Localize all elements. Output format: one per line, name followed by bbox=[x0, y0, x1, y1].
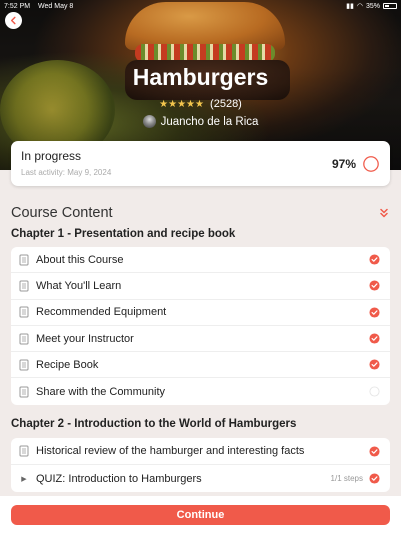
chapter-title[interactable]: Chapter 2 - Introduction to the World of… bbox=[11, 418, 296, 430]
battery-level: 35% bbox=[365, 2, 380, 10]
check-circle-icon bbox=[369, 359, 380, 370]
document-icon bbox=[19, 254, 29, 266]
check-circle-icon bbox=[369, 254, 380, 265]
progress-card: In progress Last activity: May 9, 2024 9… bbox=[11, 141, 390, 186]
check-circle-icon bbox=[369, 473, 380, 484]
course-content-title: Course Content bbox=[11, 205, 113, 221]
check-circle-icon bbox=[369, 445, 380, 457]
check-circle-icon bbox=[369, 333, 380, 344]
status-time: 7:52 PM bbox=[4, 2, 31, 10]
wifi-icon: ◠ bbox=[356, 3, 363, 10]
progress-ring-icon bbox=[363, 156, 379, 172]
lesson-row[interactable]: Historical review of the hamburger and i… bbox=[11, 438, 390, 465]
course-title: Hamburgers bbox=[132, 64, 269, 90]
rating-row: ★★★★★ (2528) bbox=[0, 98, 401, 110]
last-activity: Last activity: May 9, 2024 bbox=[21, 168, 112, 177]
lesson-label: Meet your Instructor bbox=[36, 332, 134, 345]
double-chevron-down-icon[interactable] bbox=[378, 207, 390, 219]
lesson-label: What You'll Learn bbox=[36, 279, 122, 292]
continue-button[interactable]: Continue bbox=[11, 505, 390, 525]
document-icon bbox=[19, 333, 29, 345]
check-circle-icon bbox=[369, 307, 380, 318]
status-bar: 7:52 PM Wed May 8 ▮▮ ◠ 35% bbox=[0, 0, 401, 12]
course-content-header: Course Content bbox=[11, 205, 390, 221]
chapter-title[interactable]: Chapter 1 - Presentation and recipe book bbox=[11, 228, 235, 240]
document-icon bbox=[19, 280, 29, 292]
lesson-label: About this Course bbox=[36, 253, 124, 266]
quiz-steps: 1/1 steps bbox=[330, 474, 363, 483]
rating-count: (2528) bbox=[210, 98, 242, 110]
author-row[interactable]: Juancho de la Rica bbox=[0, 115, 401, 128]
lesson-row[interactable]: About this Course bbox=[11, 247, 390, 274]
lesson-row[interactable]: What You'll Learn bbox=[11, 273, 390, 300]
signal-icon: ▮▮ bbox=[346, 3, 354, 10]
chapter-lessons-card: About this Course What You'll Learn Reco… bbox=[11, 247, 390, 405]
document-icon bbox=[19, 306, 29, 318]
status-date: Wed May 8 bbox=[38, 2, 74, 10]
chapter-lessons-card: Historical review of the hamburger and i… bbox=[11, 438, 390, 492]
progress-percent: 97% bbox=[331, 157, 356, 171]
lesson-label: Historical review of the hamburger and i… bbox=[36, 445, 305, 457]
chevron-left-icon bbox=[10, 16, 16, 25]
author-name: Juancho de la Rica bbox=[160, 115, 259, 128]
back-button[interactable] bbox=[5, 12, 22, 29]
document-icon bbox=[19, 359, 29, 371]
lesson-label: Recommended Equipment bbox=[36, 306, 167, 319]
document-icon bbox=[19, 445, 29, 457]
lesson-row[interactable]: Share with the Community bbox=[11, 378, 390, 404]
check-circle-icon bbox=[369, 280, 380, 291]
quiz-label: QUIZ: Introduction to Hamburgers bbox=[36, 472, 202, 485]
battery-icon bbox=[383, 3, 397, 9]
empty-circle-icon bbox=[369, 386, 380, 397]
expand-triangle-icon[interactable]: ▶ bbox=[19, 475, 29, 483]
lesson-label: Share with the Community bbox=[36, 385, 165, 398]
star-rating-icon: ★★★★★ bbox=[159, 99, 204, 110]
lesson-row[interactable]: Recipe Book bbox=[11, 352, 390, 379]
quiz-row[interactable]: ▶ QUIZ: Introduction to Hamburgers 1/1 s… bbox=[11, 465, 390, 492]
document-icon bbox=[19, 386, 29, 398]
lesson-row[interactable]: Recommended Equipment bbox=[11, 300, 390, 326]
avatar bbox=[142, 115, 156, 128]
progress-status: In progress bbox=[21, 149, 82, 163]
lesson-label: Recipe Book bbox=[36, 358, 99, 371]
lesson-row[interactable]: Meet your Instructor bbox=[11, 326, 390, 353]
